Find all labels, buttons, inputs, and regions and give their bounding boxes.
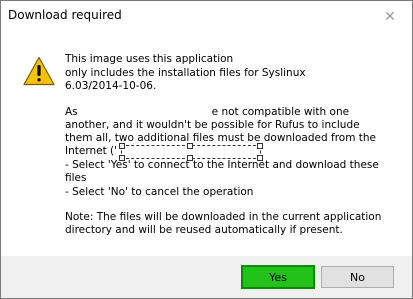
download-required-dialog: Download required ✕ This image uses this… — [0, 0, 413, 299]
message-text: 6.03/2014-10-06. — [65, 80, 157, 93]
message-paragraph-3: Note: The files will be downloaded in th… — [65, 211, 405, 237]
message-text: - Select 'Yes' to connect to the Interne… — [65, 159, 379, 172]
message-text: directory and will be reused automatical… — [65, 224, 343, 237]
message-text: - Select 'No' to cancel the operation — [65, 185, 254, 198]
close-icon[interactable]: ✕ — [368, 1, 412, 32]
warning-triangle-icon — [23, 56, 55, 86]
message-text: only includes the installation files for… — [65, 67, 306, 80]
message-text: e not compatible with one — [211, 105, 350, 118]
dialog-content: This image uses this application only in… — [1, 32, 412, 256]
message-text: another, and it wouldn't be possible for… — [65, 118, 360, 131]
message-paragraph-2: As e not compatible with one another, and… — [65, 106, 405, 199]
selection-rectangle — [119, 143, 264, 162]
no-button[interactable]: No — [321, 266, 394, 288]
message-text: Internet (' — [65, 145, 118, 158]
yes-button[interactable]: Yes — [241, 265, 315, 289]
message-text: them all, two additional files must be d… — [65, 132, 377, 145]
redacted-region — [77, 106, 212, 118]
dialog-title: Download required — [8, 8, 122, 22]
dialog-message: This image uses this application only in… — [65, 53, 405, 249]
message-paragraph-1: This image uses this application only in… — [65, 53, 405, 94]
title-bar: Download required ✕ — [1, 1, 412, 32]
message-text: Note: The files will be downloaded in th… — [65, 210, 382, 223]
message-text: this application — [152, 53, 234, 65]
button-bar: Yes No — [1, 256, 412, 298]
message-text: As — [65, 105, 78, 118]
message-text: This image uses — [65, 53, 150, 65]
message-text: files — [65, 172, 87, 185]
